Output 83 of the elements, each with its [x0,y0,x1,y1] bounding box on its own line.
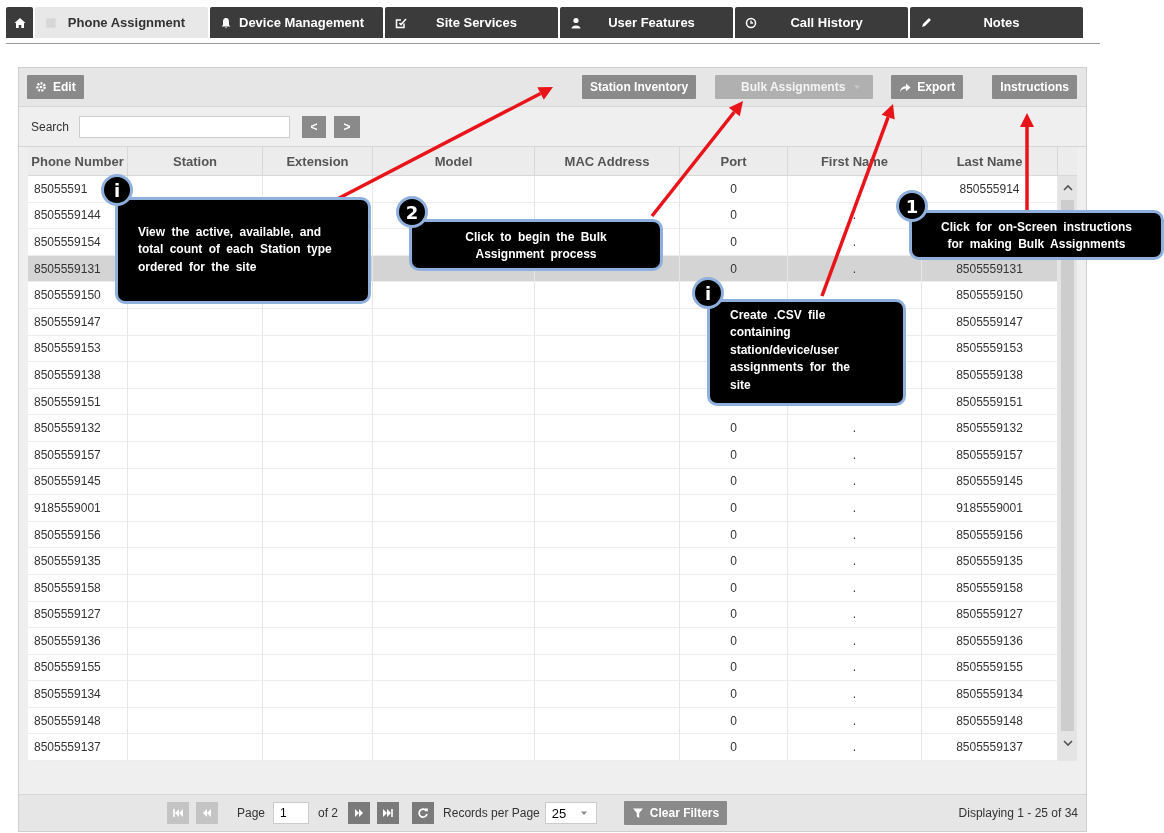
table-cell: . [852,235,857,249]
table-cell: 0 [730,660,737,675]
table-cell: 0 [730,633,737,648]
table-cell: 8505559150 [34,288,101,303]
table-cell: 8505559148 [956,713,1023,728]
table-cell: 0 [730,527,737,542]
table-cell: . [852,474,857,489]
table-cell: . [852,713,857,728]
table-cell: 8505559131 [956,261,1023,276]
table-cell: . [852,607,857,622]
table-cell: 0 [730,740,737,755]
table-cell: 8505559132 [34,421,101,436]
table-cell: . [852,633,857,648]
table-cell: 850555914 [959,181,1020,196]
table-cell: 8505559135 [34,554,101,569]
table-cell: 8505559148 [34,713,101,728]
table-cell: . [852,500,857,515]
table-cell: 8505559138 [956,367,1023,382]
table-cell: 8505559151 [956,394,1023,409]
table-cell: 9185559001 [34,500,101,515]
table-cell: 8505559137 [34,740,101,755]
table-cell: 8505559158 [956,580,1023,595]
table-cell: . [852,687,857,702]
table-cell: 0 [730,554,737,569]
table-cell: 8505559155 [956,660,1023,675]
callout-tooltip: Click to begin the Bulk Assignment process [409,219,663,271]
record-summary: Displaying 1 - 25 of 34 [958,806,1078,820]
table-cell: 8505559134 [34,687,101,702]
table-cell: 85055591 [34,181,88,196]
table-cell: 8505559145 [34,474,101,489]
table-cell: 8505559154 [34,235,101,249]
table-cell: 8505559145 [956,474,1023,489]
table-cell: 8505559157 [956,447,1023,462]
callout-tooltip: Create .CSV file containing station/device/user assignments for the site [707,299,906,406]
table-cell: 0 [730,500,737,515]
table-cell: 8505559135 [956,554,1023,569]
table-cell: 8505559127 [956,607,1023,622]
table-cell: 8505559156 [34,527,101,542]
table-cell: . [852,447,857,462]
table-cell: 8505559156 [956,527,1023,542]
table-cell: 0 [730,235,737,249]
table-cell: 8505559144 [34,208,101,223]
table-cell: 8505559157 [34,447,101,462]
table-cell: 8505559155 [34,660,101,675]
table-cell: 0 [730,261,737,276]
table-cell: 8505559151 [34,394,101,409]
table-cell: 8505559153 [34,341,101,356]
search-label: Search [31,119,71,134]
table-cell: 8505559153 [956,341,1023,356]
page-label: Page [237,806,266,820]
table-cell: 8505559147 [34,314,101,329]
callout-tooltip: View the active, available, and total count of each Station type ordered for the site [115,197,371,304]
table-cell: 9185559001 [956,500,1023,515]
table-cell: 8505559138 [34,367,101,382]
table-cell: . [852,261,857,276]
table-cell: 8505559150 [956,288,1023,303]
table-cell: 0 [730,474,737,489]
table-cell: . [852,554,857,569]
table-cell: . [852,580,857,595]
table-cell: 0 [730,607,737,622]
table-cell: . [852,421,857,436]
table-cell: 8505559131 [34,261,101,276]
table-cell: 0 [730,447,737,462]
page-count: of 2 [318,806,339,820]
records-label: Records per Page [443,806,540,820]
table-cell: 0 [730,580,737,595]
table-cell: 8505559158 [34,580,101,595]
table-cell: . [852,660,857,675]
table-cell: 0 [730,687,737,702]
table-cell: . [852,527,857,542]
table-cell: 0 [730,208,737,223]
table-cell: 8505559132 [956,421,1023,436]
table-cell: . [852,208,857,223]
table-cell: 8505559137 [956,740,1023,755]
table-cell: 0 [730,713,737,728]
table-cell: 8505559136 [34,633,101,648]
table-cell: 8505559134 [956,687,1023,702]
table-cell: 0 [730,181,737,196]
table-cell: 8505559127 [34,607,101,622]
table-cell: 0 [730,421,737,436]
table-cell: 8505559147 [956,314,1023,329]
table-cell: . [852,740,857,755]
table-cell: 8505559136 [956,633,1023,648]
